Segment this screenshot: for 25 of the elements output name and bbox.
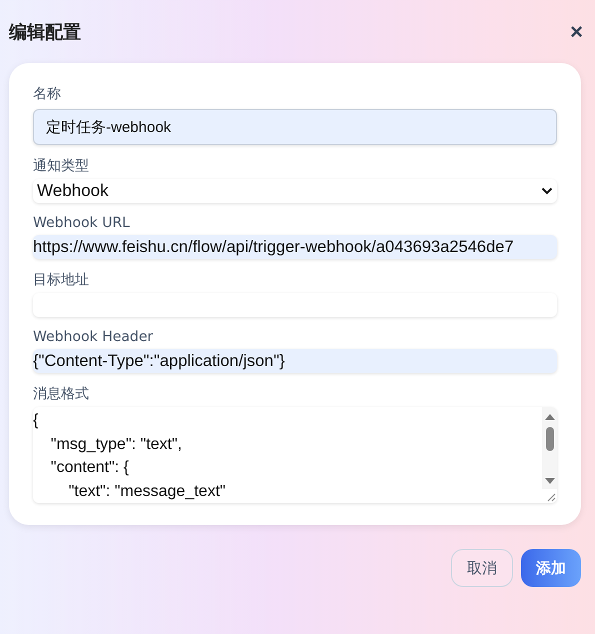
field-label: 消息格式 — [33, 385, 90, 403]
scroll-down-arrow-icon[interactable] — [544, 477, 554, 485]
field-label: 名称 — [33, 85, 62, 103]
chevron-down-icon — [541, 187, 553, 195]
field-label: 目标地址 — [33, 271, 90, 289]
input-field[interactable]: https://www.feishu.cn/flow/api/trigger-webhook/a043693a2546de7 — [33, 235, 557, 259]
input-field[interactable]: 定时任务-webhook — [33, 109, 557, 145]
code-line: "content": { — [50, 458, 130, 478]
scrollbar[interactable] — [542, 407, 557, 489]
close-button[interactable]: × — [570, 18, 583, 44]
add-button[interactable]: 添加 — [521, 549, 581, 587]
code-line: { — [33, 411, 40, 431]
select-field[interactable]: Webhook — [33, 179, 557, 203]
text-area[interactable]: { "msg_type": "text", "content": { "text": "message_text" — [33, 407, 557, 503]
cancel-button[interactable]: 取消 — [451, 549, 513, 587]
input-field[interactable]: {"Content-Type":"application/json"} — [33, 349, 557, 373]
field-label: Webhook Header — [33, 329, 154, 345]
code-line: "msg_type": "text", — [50, 434, 183, 454]
scroll-up-arrow-icon[interactable] — [544, 413, 554, 421]
dialog-title: 编辑配置 — [9, 20, 81, 44]
field-label: Webhook URL — [33, 215, 131, 231]
code-line: "text": "message_text" — [68, 482, 227, 502]
field-label: 通知类型 — [33, 157, 90, 175]
select-value: Webhook — [37, 181, 109, 201]
scroll-thumb[interactable] — [546, 427, 554, 451]
